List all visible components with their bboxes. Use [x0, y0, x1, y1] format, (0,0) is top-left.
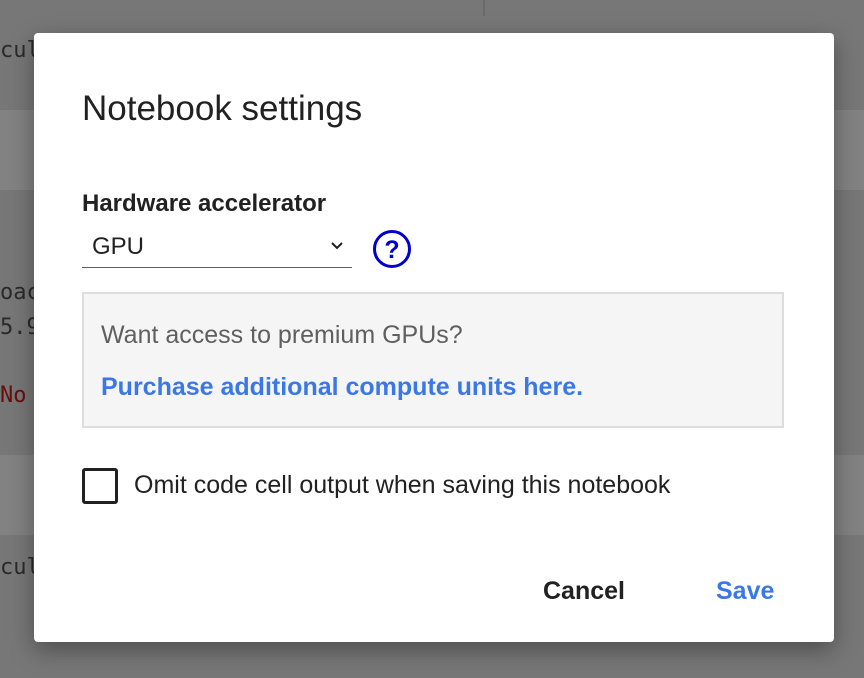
dialog-title: Notebook settings: [82, 89, 363, 128]
question-circle-icon[interactable]: ?: [372, 229, 412, 269]
save-button[interactable]: Save: [716, 574, 774, 608]
notebook-settings-dialog: Notebook settings Hardware accelerator G…: [34, 33, 834, 642]
hardware-accelerator-value: GPU: [92, 233, 145, 260]
hardware-accelerator-label: Hardware accelerator: [82, 190, 327, 217]
premium-gpu-promo: Want access to premium GPUs? Purchase ad…: [82, 292, 784, 428]
omit-output-label[interactable]: Omit code cell output when saving this n…: [134, 470, 670, 500]
omit-output-checkbox[interactable]: [82, 468, 118, 504]
hardware-accelerator-select[interactable]: GPU: [82, 229, 352, 268]
background-divider: [483, 0, 485, 16]
chevron-down-icon: [331, 242, 343, 250]
purchase-compute-units-link[interactable]: Purchase additional compute units here.: [101, 372, 583, 402]
promo-text: Want access to premium GPUs?: [101, 321, 463, 349]
cancel-button[interactable]: Cancel: [543, 574, 625, 608]
svg-text:?: ?: [384, 236, 399, 264]
